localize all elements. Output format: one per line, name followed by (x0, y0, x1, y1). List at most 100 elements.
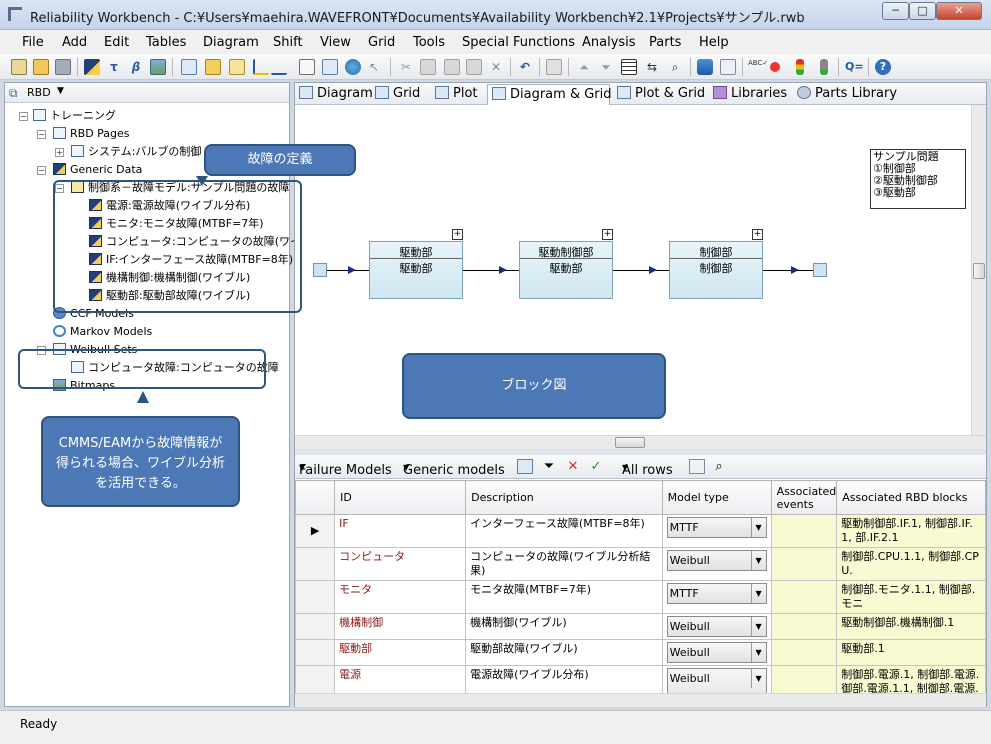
table-row[interactable]: ▶ IF インターフェース故障(MTBF=8年) MTTF ▼ 駆動制御部.IF.… (295, 514, 986, 548)
menu-shift[interactable]: Shift (273, 35, 303, 50)
rbd-block[interactable]: + 制御部 制御部 (669, 229, 763, 299)
traffic-light-icon[interactable] (796, 59, 804, 75)
model-type-select[interactable]: Weibull ▼ (666, 668, 767, 693)
tau-icon[interactable]: τ (106, 59, 122, 75)
cell-id[interactable]: モニタ (334, 580, 467, 614)
expand-toggle[interactable]: + (55, 148, 64, 157)
scroll-thumb[interactable] (615, 437, 645, 448)
model-type-select[interactable]: MTTF ▼ (666, 583, 767, 604)
cell-description[interactable]: 機構制御(ワイブル) (465, 613, 663, 640)
cell-description[interactable]: インターフェース故障(MTBF=8年) (465, 514, 663, 548)
open-folder-icon[interactable] (33, 59, 49, 75)
expand-block-icon[interactable]: + (452, 229, 463, 240)
picture-icon[interactable] (322, 59, 338, 75)
copy-page-icon[interactable] (546, 59, 562, 75)
save-db-icon[interactable] (697, 59, 713, 75)
apply-filter-icon[interactable]: ✓ (588, 459, 604, 474)
grid-layout-icon[interactable] (517, 459, 533, 474)
chevron-down-icon[interactable]: ▼ (750, 584, 766, 603)
table-row[interactable]: 機構制御 機構制御(ワイブル) Weibull ▼ 駆動制御部.機構制御.1 (295, 613, 986, 640)
menu-add[interactable]: Add (62, 35, 87, 50)
cell-events[interactable] (770, 580, 838, 614)
validate-icon[interactable] (770, 62, 780, 72)
column-header-associated-rbd-blocks[interactable]: Associated RBD blocks (836, 480, 986, 515)
cell-model-type[interactable]: Weibull ▼ (661, 547, 772, 581)
end-node[interactable] (813, 263, 827, 277)
cell-events[interactable] (770, 613, 838, 640)
chevron-down-icon[interactable]: ▼ (750, 551, 766, 570)
tab-libraries[interactable]: Libraries (709, 84, 791, 105)
find-icon[interactable]: ⌕ (667, 59, 683, 75)
rbd-block[interactable]: + 駆動部 駆動部 (369, 229, 463, 299)
scroll-thumb[interactable] (973, 263, 985, 279)
help-icon[interactable]: ? (875, 59, 891, 75)
row-selector[interactable] (295, 639, 336, 666)
cell-events[interactable] (770, 547, 838, 581)
grid-icon[interactable] (621, 59, 637, 75)
paste-special-icon[interactable] (466, 59, 482, 75)
globe-icon[interactable] (345, 59, 361, 75)
query-icon[interactable]: Q= (845, 59, 864, 75)
menu-edit[interactable]: Edit (104, 35, 129, 50)
connect-icon[interactable] (253, 59, 269, 75)
cell-model-type[interactable]: MTTF ▼ (661, 580, 772, 614)
row-selector[interactable] (295, 580, 336, 614)
tab-plot[interactable]: Plot (431, 84, 487, 105)
view-selector[interactable]: ⧉ RBD ▼ (5, 83, 289, 103)
cell-id[interactable]: 機構制御 (334, 613, 467, 640)
cell-events[interactable] (770, 639, 838, 666)
row-selector[interactable] (295, 613, 336, 640)
menu-special-functions[interactable]: Special Functions (462, 35, 575, 50)
bitmap-icon[interactable] (150, 59, 166, 75)
model-type-select[interactable]: Weibull ▼ (666, 616, 767, 637)
start-node[interactable] (313, 263, 327, 277)
edit-model-icon[interactable] (84, 59, 100, 75)
filter-icon[interactable]: ⏷ (541, 459, 557, 474)
cell-model-type[interactable]: Weibull ▼ (661, 665, 772, 693)
cell-model-type[interactable]: MTTF ▼ (661, 514, 772, 548)
menu-parts[interactable]: Parts (649, 35, 681, 50)
grid-corner[interactable] (295, 480, 336, 515)
move-up-icon[interactable]: ⏶ (576, 59, 592, 75)
close-button[interactable]: ✕ (936, 2, 982, 20)
cell-rbd-blocks[interactable]: 制御部.モニタ.1.1, 制御部.モニ (836, 580, 986, 614)
clear-filter-icon[interactable]: ✕ (565, 459, 581, 474)
delete-icon[interactable]: ✕ (488, 59, 504, 75)
new-icon[interactable] (11, 59, 27, 75)
spellcheck-icon[interactable]: ABC✓ (748, 59, 768, 75)
add-folder-icon[interactable] (205, 59, 221, 75)
menu-view[interactable]: View (320, 35, 351, 50)
diagram-vertical-scrollbar[interactable] (971, 105, 986, 435)
move-down-icon[interactable]: ⏷ (598, 59, 614, 75)
tree-root[interactable]: トレーニング (33, 107, 116, 125)
line-icon[interactable] (270, 59, 296, 75)
cell-id[interactable]: 電源 (334, 665, 467, 693)
find-in-grid-icon[interactable]: ⌕ (711, 459, 727, 474)
cell-model-type[interactable]: Weibull ▼ (661, 639, 772, 666)
cell-rbd-blocks[interactable]: 駆動制御部.IF.1, 制御部.IF.1, 部.IF.2.1 (836, 514, 986, 548)
cell-id[interactable]: IF (334, 514, 467, 548)
collapse-toggle[interactable]: − (37, 130, 46, 139)
row-selector[interactable] (295, 547, 336, 581)
menu-help[interactable]: Help (699, 35, 729, 50)
table-row[interactable]: 電源 電源故障(ワイブル分布) Weibull ▼ 制御部.電源.1, 制御部.電… (295, 665, 986, 693)
chevron-down-icon[interactable]: ▼ (750, 643, 766, 662)
cell-rbd-blocks[interactable]: 駆動部.1 (836, 639, 986, 666)
tree-rbd-pages[interactable]: RBD Pages (53, 125, 130, 143)
cell-description[interactable]: 駆動部故障(ワイブル) (465, 639, 663, 666)
cell-id[interactable]: コンピュータ (334, 547, 467, 581)
cell-rbd-blocks[interactable]: 制御部.電源.1, 制御部.電源. 御部.電源.1.1, 制御部.電源.2 動制… (836, 665, 986, 693)
model-type-select[interactable]: Weibull ▼ (666, 550, 767, 571)
grid-horizontal-scrollbar[interactable] (295, 693, 986, 707)
cell-description[interactable]: コンピュータの故障(ワイブル分析結果) (465, 547, 663, 581)
undo-icon[interactable]: ↶ (517, 59, 533, 75)
collapse-toggle[interactable]: − (19, 112, 28, 121)
expand-block-icon[interactable]: + (602, 229, 613, 240)
minimize-button[interactable]: ─ (882, 2, 909, 20)
rbd-block[interactable]: + 駆動制御部 駆動部 (519, 229, 613, 299)
row-selector[interactable]: ▶ (295, 514, 336, 548)
table-row[interactable]: モニタ モニタ故障(MTBF=7年) MTTF ▼ 制御部.モニタ.1.1, 制御… (295, 580, 986, 614)
cell-id[interactable]: 駆動部 (334, 639, 467, 666)
column-header-description[interactable]: Description (465, 480, 663, 515)
model-type-select[interactable]: Weibull ▼ (666, 642, 767, 663)
